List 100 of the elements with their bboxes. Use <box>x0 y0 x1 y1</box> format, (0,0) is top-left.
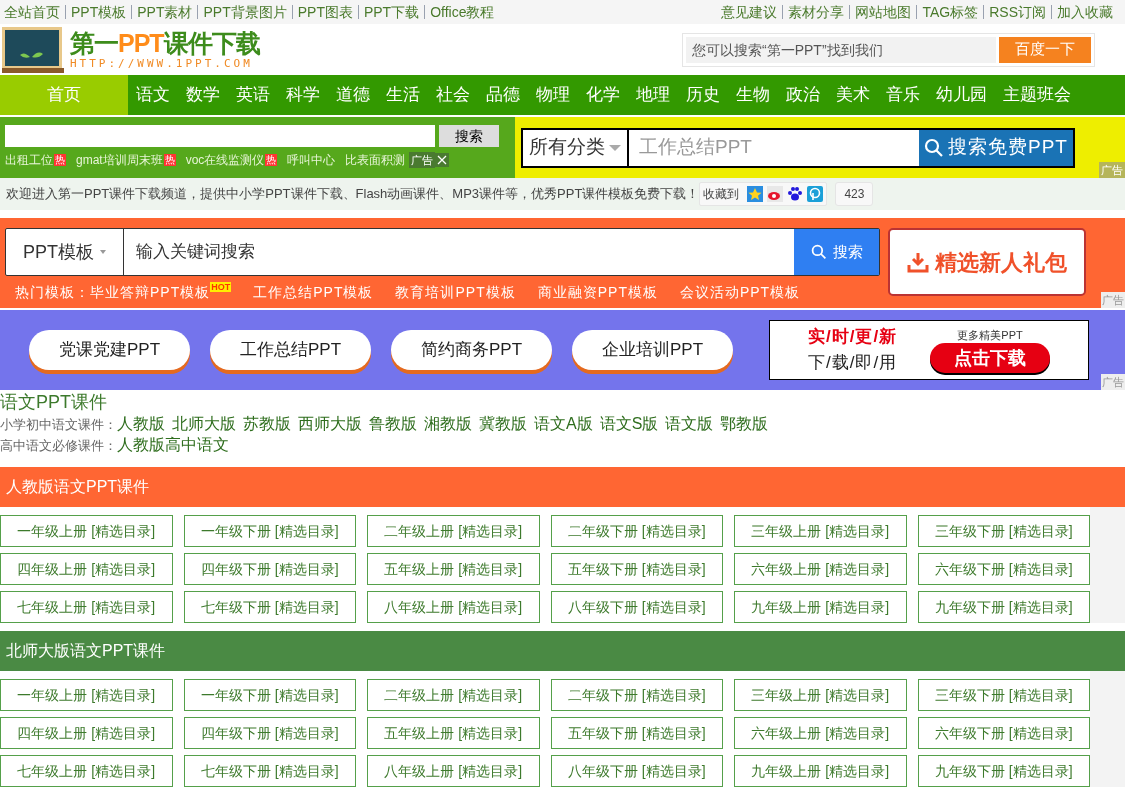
hot-template-link[interactable]: 商业融资PPT模板 <box>537 282 658 303</box>
grade-link[interactable]: 九年级下册 [精选目录] <box>917 591 1090 623</box>
close-icon[interactable] <box>435 153 450 167</box>
free-ppt-search-button[interactable]: 搜索免费PPT <box>919 129 1073 166</box>
grade-link[interactable]: 八年级上册 [精选目录] <box>367 591 540 623</box>
edition-link[interactable]: 苏教版 <box>243 414 291 434</box>
edition-link[interactable]: 湘教版 <box>424 414 472 434</box>
edition-link[interactable]: 语文版 <box>665 414 714 434</box>
grade-link[interactable]: 二年级上册 [精选目录] <box>367 679 540 711</box>
grade-link[interactable]: 一年级下册 [精选目录] <box>183 515 356 547</box>
nav-tab[interactable]: 化学 <box>578 75 628 115</box>
ad-search-field[interactable] <box>5 125 435 147</box>
grade-link[interactable]: 七年级下册 [精选目录] <box>183 755 356 787</box>
nav-tab[interactable]: 音乐 <box>878 75 928 115</box>
grade-link[interactable]: 九年级上册 [精选目录] <box>734 591 907 623</box>
top-link[interactable]: TAG标签 <box>922 1 979 23</box>
top-link[interactable]: PPT背景图片 <box>203 1 287 23</box>
top-link[interactable]: PPT图表 <box>297 1 353 23</box>
category-dropdown[interactable]: 所有分类 <box>523 129 629 166</box>
top-link[interactable]: 意见建议 <box>721 1 778 23</box>
grade-link[interactable]: 四年级下册 [精选目录] <box>183 553 356 585</box>
grade-link[interactable]: 一年级下册 [精选目录] <box>183 679 356 711</box>
template-dropdown[interactable]: PPT模板 <box>6 229 124 275</box>
grade-link[interactable]: 六年级上册 [精选目录] <box>734 553 907 585</box>
edition-link[interactable]: 鲁教版 <box>369 414 417 434</box>
template-search-button[interactable]: 搜索 <box>794 229 879 275</box>
download-button[interactable]: 点击下载 <box>930 343 1050 374</box>
top-link[interactable]: RSS订阅 <box>989 1 1046 23</box>
edition-link[interactable]: 语文A版 <box>534 414 593 434</box>
grade-link[interactable]: 六年级上册 [精选目录] <box>734 717 907 749</box>
grade-link[interactable]: 一年级上册 [精选目录] <box>0 515 173 547</box>
grade-link[interactable]: 六年级下册 [精选目录] <box>917 553 1090 585</box>
nav-tab[interactable]: 美术 <box>828 75 878 115</box>
grade-link[interactable]: 八年级上册 [精选目录] <box>367 755 540 787</box>
grade-link[interactable]: 七年级上册 [精选目录] <box>0 591 173 623</box>
hot-template-link[interactable]: 教育培训PPT模板 <box>395 282 516 303</box>
grade-link[interactable]: 四年级下册 [精选目录] <box>183 717 356 749</box>
keyword-search-field[interactable]: 输入关键词搜索 <box>124 229 794 275</box>
nav-tab[interactable]: 语文 <box>128 75 178 115</box>
edition-link[interactable]: 北师大版 <box>172 414 236 434</box>
ad-search-button[interactable]: 搜索 <box>439 125 499 147</box>
template-search-bar[interactable]: PPT模板 输入关键词搜索 搜索 <box>5 228 880 276</box>
gift-pack-button[interactable]: 精选新人礼包 <box>888 228 1086 296</box>
top-link[interactable]: 全站首页 <box>4 1 60 23</box>
top-link[interactable]: PPT下载 <box>363 1 420 23</box>
grade-link[interactable]: 八年级下册 [精选目录] <box>550 755 723 787</box>
grade-link[interactable]: 一年级上册 [精选目录] <box>0 679 173 711</box>
nav-tab[interactable]: 主题班会 <box>995 75 1079 115</box>
grade-link[interactable]: 三年级上册 [精选目录] <box>734 515 907 547</box>
nav-tab[interactable]: 品德 <box>478 75 528 115</box>
top-link[interactable]: PPT模板 <box>71 1 127 23</box>
hot-template-link[interactable]: 会议活动PPT模板 <box>679 282 801 303</box>
paw-icon[interactable] <box>787 186 804 202</box>
grade-link[interactable]: 三年级下册 [精选目录] <box>917 679 1090 711</box>
nav-tab[interactable]: 道德 <box>328 75 378 115</box>
nav-tab[interactable]: 幼儿园 <box>928 75 995 115</box>
top-link[interactable]: 加入收藏 <box>1057 1 1113 23</box>
grade-link[interactable]: 六年级下册 [精选目录] <box>917 717 1090 749</box>
nav-tab[interactable]: 生物 <box>728 75 778 115</box>
nav-tab[interactable]: 地理 <box>628 75 678 115</box>
grade-link[interactable]: 二年级下册 [精选目录] <box>550 679 723 711</box>
ppt-search-field[interactable]: 工作总结PPT <box>629 129 919 166</box>
edition-link[interactable]: 冀教版 <box>479 414 527 434</box>
grade-link[interactable]: 三年级下册 [精选目录] <box>917 515 1090 547</box>
top-link[interactable]: PPT素材 <box>137 1 193 23</box>
top-link[interactable]: Office教程 <box>430 1 495 23</box>
nav-tab[interactable]: 物理 <box>528 75 578 115</box>
nav-tab[interactable]: 历史 <box>678 75 728 115</box>
grade-link[interactable]: 八年级下册 [精选目录] <box>550 591 723 623</box>
nav-tab[interactable]: 数学 <box>178 75 228 115</box>
grade-link[interactable]: 五年级上册 [精选目录] <box>367 553 540 585</box>
hot-template-link[interactable]: 工作总结PPT模板 <box>253 282 374 303</box>
grade-link[interactable]: 二年级下册 [精选目录] <box>550 515 723 547</box>
top-link[interactable]: 网站地图 <box>855 1 912 23</box>
nav-tab[interactable]: 政治 <box>778 75 828 115</box>
grade-link[interactable]: 三年级上册 [精选目录] <box>734 679 907 711</box>
nav-tab[interactable]: 英语 <box>228 75 278 115</box>
grade-link[interactable]: 九年级上册 [精选目录] <box>734 755 907 787</box>
edition-link[interactable]: 人教版 <box>117 414 165 434</box>
ppt-search-bar[interactable]: 所有分类 工作总结PPT 搜索免费PPT <box>521 127 1075 168</box>
grade-link[interactable]: 九年级下册 [精选目录] <box>917 755 1090 787</box>
top-link[interactable]: 素材分享 <box>788 1 845 23</box>
grade-link[interactable]: 七年级上册 [精选目录] <box>0 755 173 787</box>
grade-link[interactable]: 五年级上册 [精选目录] <box>367 717 540 749</box>
nav-tab[interactable]: 生活 <box>378 75 428 115</box>
grade-link[interactable]: 四年级上册 [精选目录] <box>0 717 173 749</box>
grade-link[interactable]: 二年级上册 [精选目录] <box>367 515 540 547</box>
ad-link[interactable]: 比表面积测 <box>345 151 406 169</box>
search-field[interactable]: 您可以搜索“第一PPT”找到我们 <box>686 36 996 63</box>
grade-link[interactable]: 四年级上册 [精选目录] <box>0 553 173 585</box>
edition-link[interactable]: 西师大版 <box>298 414 362 434</box>
nav-tab[interactable]: 社会 <box>428 75 478 115</box>
edition-link[interactable]: 鄂教版 <box>720 414 769 434</box>
ad-link[interactable]: voc在线监测仪 <box>185 151 265 169</box>
edition-link[interactable]: 人教版高中语文 <box>117 435 229 455</box>
grade-link[interactable]: 七年级下册 [精选目录] <box>183 591 356 623</box>
edition-link[interactable]: 语文S版 <box>599 414 659 434</box>
grade-link[interactable]: 五年级下册 [精选目录] <box>550 553 723 585</box>
nav-tab[interactable]: 科学 <box>278 75 328 115</box>
hot-template-link[interactable]: 毕业答辩PPT模板 <box>90 282 211 303</box>
